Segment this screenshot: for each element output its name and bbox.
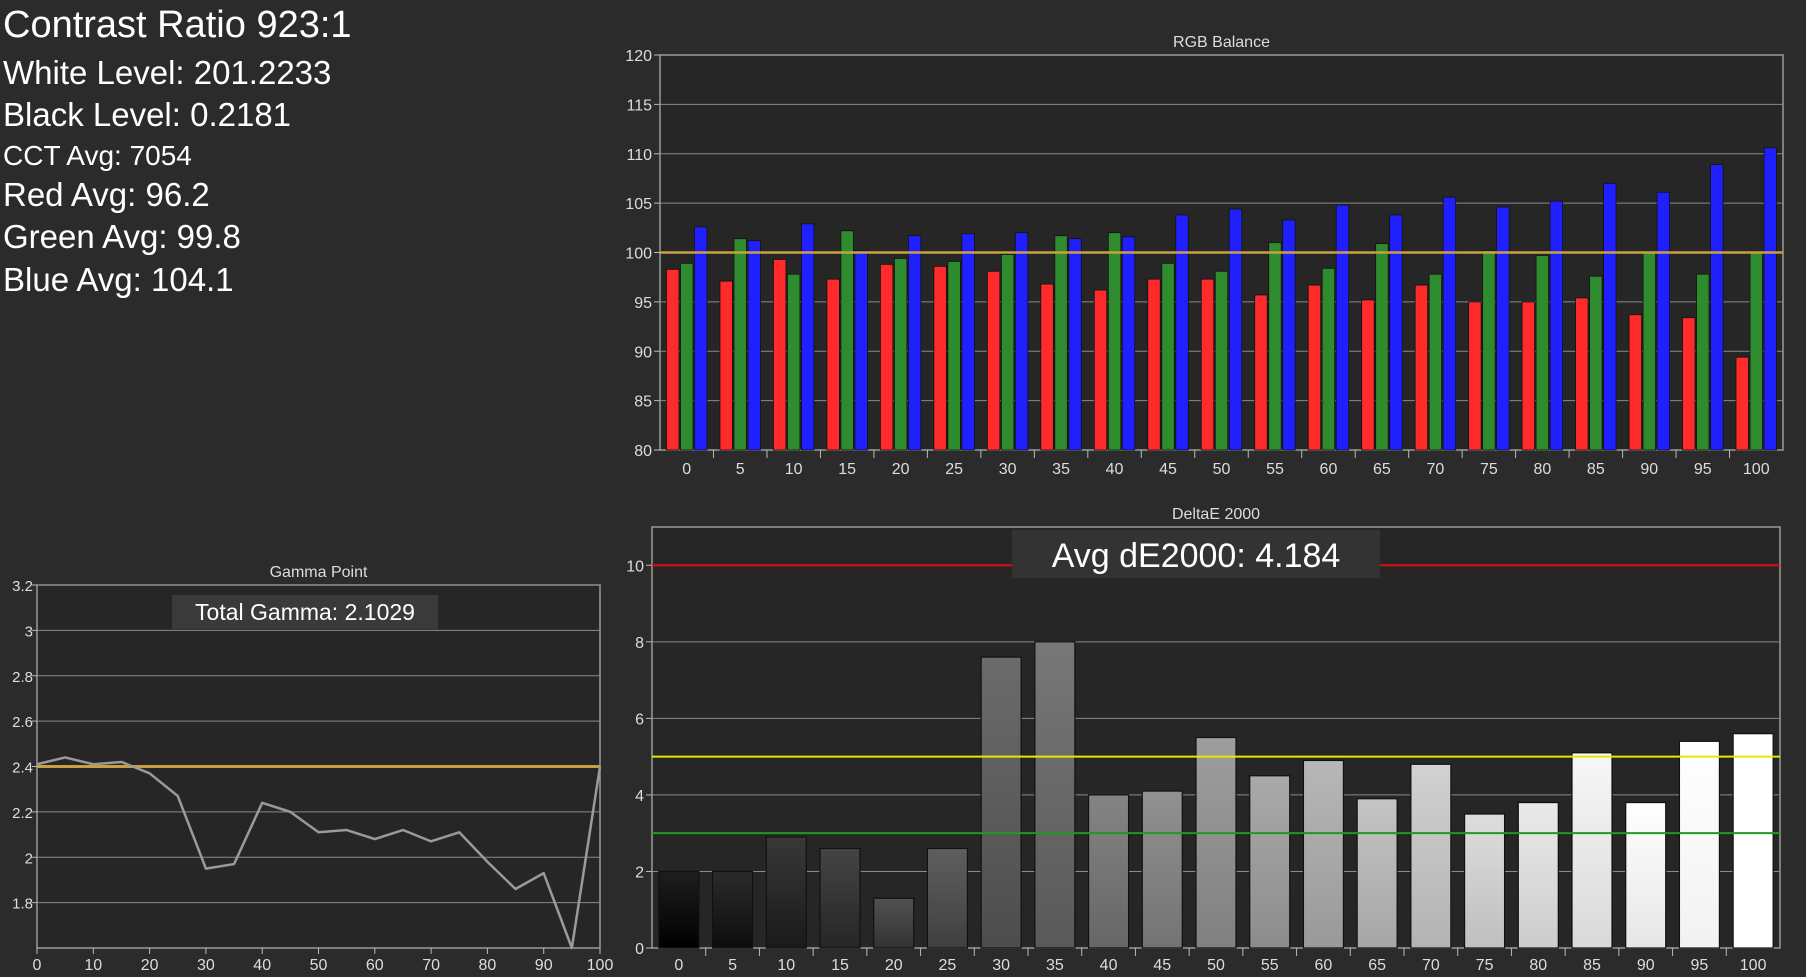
de-x-tick-label: 45 (1153, 957, 1171, 974)
de-bar (873, 897, 915, 949)
deltae-2000-chart: DeltaE 200002468100 5 10 15 20 25 30 35 40 45 50 55… (626, 506, 1781, 974)
de-x-tick-label: 65 (1368, 957, 1386, 974)
de-x-tick-label: 15 (831, 957, 849, 974)
de-y-tick-label: 2 (635, 864, 644, 881)
de-chart-title: DeltaE 2000 (1172, 506, 1260, 523)
de-y-tick-label: 8 (635, 635, 644, 652)
de-x-tick-label: 100 (1740, 957, 1767, 974)
de-x-tick-label: 55 (1261, 957, 1279, 974)
de-y-tick-label: 6 (635, 711, 644, 728)
de-x-tick-label: 50 (1207, 957, 1225, 974)
de-bar (1517, 801, 1559, 949)
de-x-tick-label: 90 (1637, 957, 1655, 974)
de-bar (1087, 794, 1130, 949)
de-annotation: Avg dE2000: 4.184 (1052, 537, 1341, 575)
de-x-tick-label: 75 (1476, 957, 1494, 974)
de-x-tick-label: 80 (1529, 957, 1547, 974)
de-y-tick-label: 4 (635, 788, 644, 805)
de-bar (1195, 736, 1237, 949)
de-bar (1302, 759, 1345, 949)
de-x-tick-label: 70 (1422, 957, 1440, 974)
de-x-tick-label: 30 (992, 957, 1010, 974)
de-bar (1141, 790, 1183, 949)
de-x-tick-label: 25 (939, 957, 957, 974)
de-x-tick-label: 0 (674, 957, 683, 974)
de-x-tick-label: 85 (1583, 957, 1601, 974)
de-bar (1356, 798, 1398, 949)
de-bar (926, 847, 969, 949)
de-x-tick-label: 5 (728, 957, 737, 974)
de-bar (765, 836, 807, 949)
de-bar (1249, 775, 1291, 949)
de-bar (1410, 763, 1452, 949)
de-bar (1678, 740, 1721, 949)
de-x-tick-label: 35 (1046, 957, 1064, 974)
de-y-tick-label: 0 (635, 941, 644, 958)
de-bar (711, 870, 754, 949)
de-bar (658, 870, 700, 949)
de-bar (1625, 801, 1667, 949)
de-bar (1571, 752, 1613, 949)
de-x-tick-label: 20 (885, 957, 903, 974)
de-x-tick-label: 10 (777, 957, 795, 974)
de-x-tick-label: 60 (1315, 957, 1333, 974)
de-y-tick-label: 10 (626, 558, 644, 575)
de-x-tick-label: 40 (1100, 957, 1118, 974)
de-x-tick-label: 95 (1691, 957, 1709, 974)
de-bar (980, 656, 1022, 949)
de-bar (819, 847, 861, 949)
de-bar (1732, 733, 1774, 949)
de-bar (1034, 641, 1076, 949)
